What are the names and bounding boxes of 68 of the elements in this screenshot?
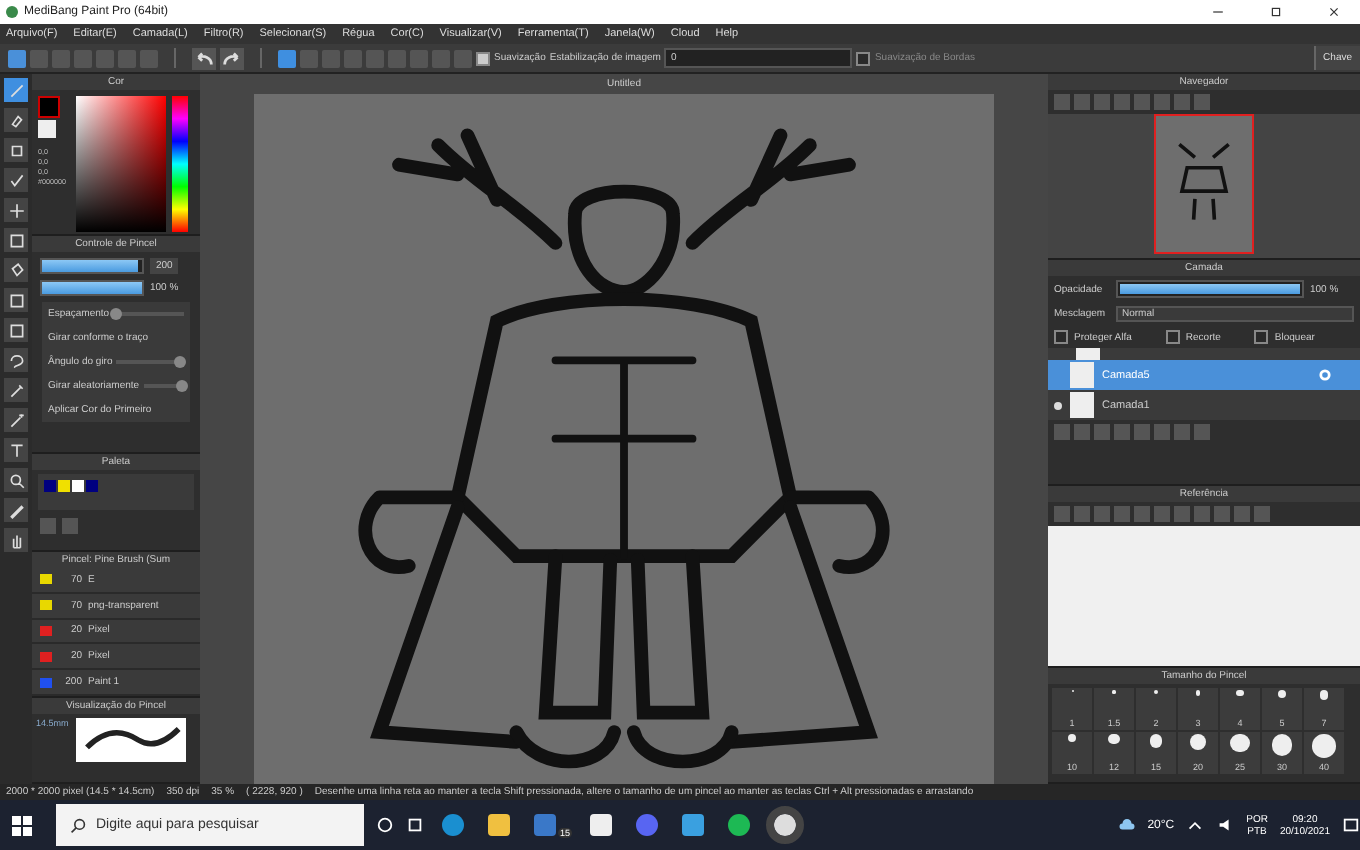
layer-opacity-slider[interactable] (1116, 280, 1304, 298)
pen-icon (7, 501, 25, 519)
slider-thumb[interactable] (175, 380, 188, 392)
app-logo-icon (6, 6, 18, 18)
undo-icon[interactable] (192, 47, 216, 69)
zoom-icon (7, 471, 25, 489)
tool-button[interactable] (4, 318, 28, 342)
gear-icon[interactable] (1318, 368, 1332, 382)
tool-button[interactable] (4, 348, 28, 372)
palette-swatch[interactable] (44, 480, 56, 492)
eraser-icon (7, 111, 25, 129)
check-icon (7, 171, 25, 189)
gradient-icon (7, 291, 25, 309)
palette-swatch[interactable] (58, 480, 70, 492)
square-icon (7, 141, 25, 159)
lasso-icon (7, 351, 25, 369)
checkbox[interactable] (856, 51, 871, 65)
checkbox[interactable] (1165, 330, 1180, 344)
square-icon (7, 231, 25, 249)
visibility-dot[interactable] (1054, 401, 1062, 409)
brush-icon (7, 81, 25, 99)
tool-button[interactable] (4, 378, 28, 402)
tool-button[interactable] (4, 228, 28, 252)
hue-bar[interactable] (172, 96, 188, 232)
tool-button[interactable] (4, 288, 28, 312)
search-icon (70, 818, 86, 834)
checkbox[interactable] (1254, 330, 1269, 344)
tool-button[interactable] (4, 138, 28, 162)
tool-button[interactable] (4, 258, 28, 282)
music-app-icon[interactable] (728, 814, 751, 836)
notification-icon[interactable] (1342, 816, 1360, 834)
tool-button[interactable] (4, 498, 28, 522)
bucket-icon (7, 261, 25, 279)
windows-logo-icon[interactable] (12, 815, 32, 835)
selection-icon (7, 321, 25, 339)
brush-stroke-preview (76, 718, 186, 762)
palette-swatch[interactable] (86, 480, 98, 492)
brush-size-slider[interactable] (40, 258, 144, 274)
transparent-swatch[interactable] (38, 120, 56, 138)
layer-thumbnail (1070, 392, 1094, 418)
chat-app-icon[interactable] (636, 814, 659, 836)
palette-swatch[interactable] (72, 480, 84, 492)
slider-thumb[interactable] (110, 308, 123, 320)
task-view-icon[interactable] (406, 816, 424, 834)
tool-button[interactable] (4, 108, 28, 132)
foreground-color-swatch[interactable] (38, 96, 60, 118)
text-icon (7, 441, 25, 459)
chevron-up-icon[interactable] (1186, 816, 1205, 834)
move-icon (7, 201, 25, 219)
tool-button[interactable] (4, 198, 28, 222)
slider-thumb[interactable] (174, 356, 187, 368)
speaker-icon[interactable] (1216, 816, 1235, 834)
color-picker-square[interactable] (76, 96, 166, 232)
paint-app-icon[interactable] (774, 814, 797, 836)
maximize-icon[interactable] (1270, 6, 1282, 18)
tool-button[interactable] (4, 528, 28, 552)
tool-button[interactable] (4, 168, 28, 192)
picture-icon[interactable] (682, 814, 705, 836)
checkbox[interactable] (476, 51, 490, 65)
redo-icon[interactable] (220, 47, 244, 69)
tool-button[interactable] (4, 468, 28, 492)
mail-icon[interactable] (534, 814, 556, 836)
checkbox[interactable] (1054, 330, 1068, 344)
tool-button[interactable] (4, 408, 28, 432)
tool-button[interactable] (4, 438, 28, 462)
wand-icon (7, 411, 25, 429)
minimize-icon[interactable] (1212, 6, 1224, 18)
browser-icon[interactable] (442, 814, 464, 836)
